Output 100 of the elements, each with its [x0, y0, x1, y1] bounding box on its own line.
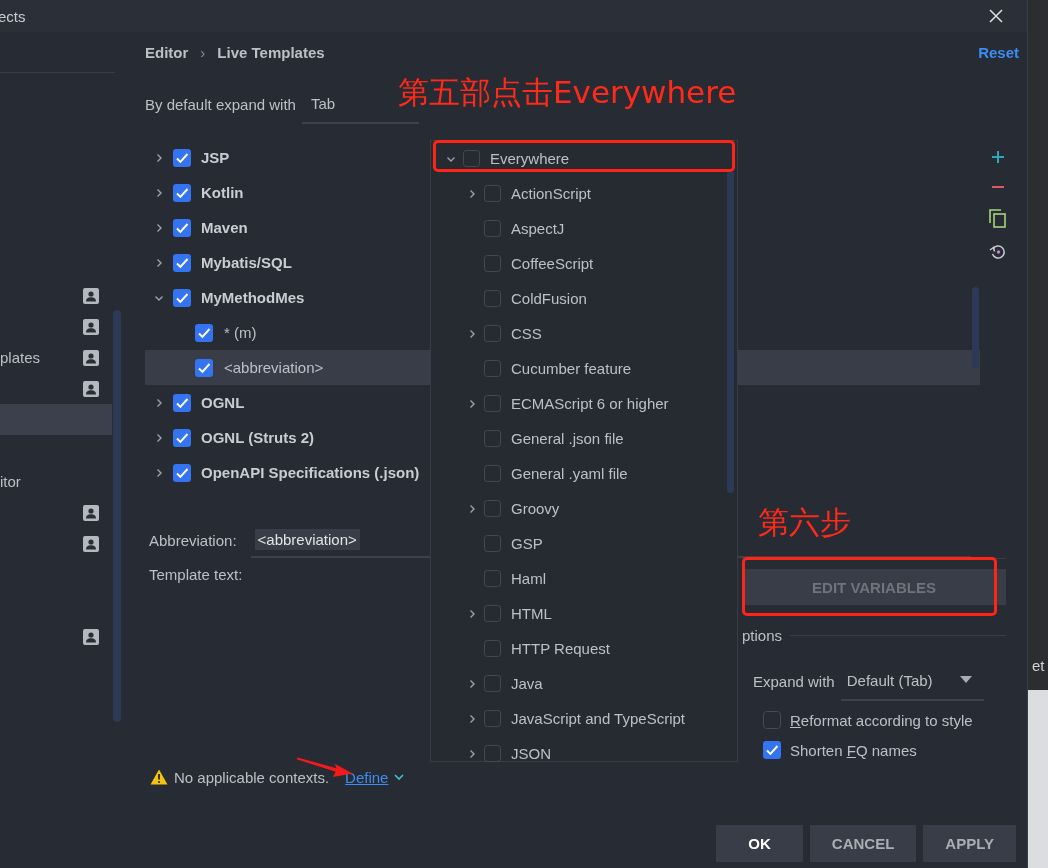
checkbox[interactable] [763, 741, 781, 759]
checkbox[interactable] [173, 428, 191, 447]
chevron-right-icon[interactable] [154, 432, 164, 443]
chevron-right-icon[interactable] [467, 713, 477, 724]
context-item[interactable]: ColdFusion [511, 290, 587, 307]
chevron-right-icon[interactable] [154, 152, 164, 163]
dialog-button[interactable]: APPLY [923, 825, 1016, 862]
checkbox[interactable] [484, 465, 501, 482]
breadcrumb-item[interactable]: Editor [145, 43, 189, 61]
checkbox[interactable] [195, 358, 213, 377]
chevron-right-icon[interactable] [154, 397, 164, 408]
context-item[interactable]: GSP [511, 535, 543, 552]
checkbox[interactable] [484, 535, 501, 552]
dropdown-arrow-icon[interactable] [959, 676, 972, 684]
scrollbar[interactable] [727, 171, 734, 493]
checkbox[interactable] [484, 570, 501, 587]
template-group[interactable]: OGNL [201, 394, 245, 411]
checkbox[interactable] [484, 185, 501, 202]
checkbox[interactable] [763, 711, 781, 729]
checkbox[interactable] [173, 393, 191, 412]
background-window-text: et [1032, 657, 1045, 674]
context-item[interactable]: ECMAScript 6 or higher [511, 395, 669, 412]
close-icon[interactable] [989, 9, 1003, 23]
context-item[interactable]: Haml [511, 570, 546, 587]
checkbox[interactable] [173, 218, 191, 237]
template-group[interactable]: OpenAPI Specifications (.json) [201, 464, 420, 481]
option-label[interactable]: Shorten FQ names [790, 741, 917, 759]
context-item[interactable]: ActionScript [511, 185, 592, 202]
checkbox[interactable] [484, 325, 501, 342]
checkbox[interactable] [173, 463, 191, 482]
checkbox[interactable] [484, 605, 501, 622]
template-group[interactable]: Maven [201, 219, 248, 236]
template-group[interactable]: Mybatis/SQL [201, 254, 292, 271]
checkbox[interactable] [484, 395, 501, 412]
context-item[interactable]: HTML [511, 605, 552, 622]
scrollbar[interactable] [972, 287, 979, 368]
sidebar-item[interactable]: plates [0, 342, 112, 373]
reset-link[interactable]: Reset [978, 43, 1019, 61]
chevron-down-icon[interactable] [394, 773, 405, 781]
chevron-right-icon[interactable] [467, 188, 477, 199]
chevron-right-icon[interactable] [467, 608, 477, 619]
checkbox[interactable] [484, 430, 501, 447]
checkbox[interactable] [173, 288, 191, 307]
expand-label: By default expand with [145, 95, 296, 113]
checkbox[interactable] [173, 183, 191, 202]
chevron-right-icon[interactable] [154, 467, 164, 478]
checkbox[interactable] [484, 220, 501, 237]
checkbox[interactable] [484, 290, 501, 307]
options-heading: ptions [742, 626, 783, 644]
dialog-button[interactable]: CANCEL [809, 825, 917, 862]
context-item[interactable]: General .yaml file [511, 465, 628, 482]
option-label[interactable]: Reformat according to style [790, 711, 973, 729]
context-item[interactable]: Java [511, 675, 543, 692]
dialog-button[interactable]: OK [716, 825, 803, 862]
template-group[interactable]: OGNL (Struts 2) [201, 429, 315, 446]
breadcrumb-item[interactable]: Live Templates [217, 43, 325, 61]
template-name: <abbreviation> [224, 359, 324, 376]
checkbox[interactable] [463, 150, 480, 167]
template-group[interactable]: Kotlin [201, 184, 244, 201]
checkbox[interactable] [484, 255, 501, 272]
checkbox[interactable] [195, 323, 213, 342]
chevron-right-icon[interactable] [154, 257, 164, 268]
breadcrumb-separator: › [200, 43, 206, 61]
context-item[interactable]: JSON [511, 745, 551, 762]
chevron-right-icon[interactable] [467, 748, 477, 759]
restore-icon[interactable] [989, 243, 1007, 261]
context-item[interactable]: Groovy [511, 500, 560, 517]
checkbox[interactable] [484, 745, 501, 762]
expand-with-dropdown[interactable]: Default (Tab) [840, 661, 984, 701]
template-group[interactable]: MyMethodMes [201, 289, 305, 306]
chevron-right-icon[interactable] [467, 328, 477, 339]
checkbox[interactable] [484, 360, 501, 377]
chevron-right-icon[interactable] [154, 187, 164, 198]
checkbox[interactable] [484, 675, 501, 692]
context-item[interactable]: HTTP Request [511, 640, 610, 657]
context-item[interactable]: Everywhere [490, 150, 570, 167]
template-group[interactable]: JSP [201, 149, 230, 166]
checkbox[interactable] [484, 710, 501, 727]
context-item[interactable]: CSS [511, 325, 542, 342]
expand-with-label: Expand with [753, 672, 835, 690]
add-icon[interactable] [990, 149, 1006, 165]
context-item[interactable]: Cucumber feature [511, 360, 632, 377]
chevron-right-icon[interactable] [154, 222, 164, 233]
checkbox[interactable] [484, 640, 501, 657]
context-item[interactable]: CoffeeScript [511, 255, 594, 272]
sidebar-item[interactable]: itor [0, 466, 112, 497]
define-link[interactable]: Define [345, 768, 389, 786]
checkbox[interactable] [173, 253, 191, 272]
chevron-right-icon[interactable] [467, 678, 477, 689]
warning-text: No applicable contexts. [174, 768, 330, 786]
warning-icon [150, 769, 168, 785]
context-item[interactable]: AspectJ [511, 220, 565, 237]
checkbox[interactable] [173, 148, 191, 167]
chevron-right-icon[interactable] [467, 503, 477, 514]
copy-icon[interactable] [989, 209, 1007, 229]
context-item[interactable]: JavaScript and TypeScript [511, 710, 685, 727]
checkbox[interactable] [484, 500, 501, 517]
scrollbar[interactable] [113, 310, 121, 722]
context-item[interactable]: General .json file [511, 430, 624, 447]
chevron-right-icon[interactable] [467, 398, 477, 409]
